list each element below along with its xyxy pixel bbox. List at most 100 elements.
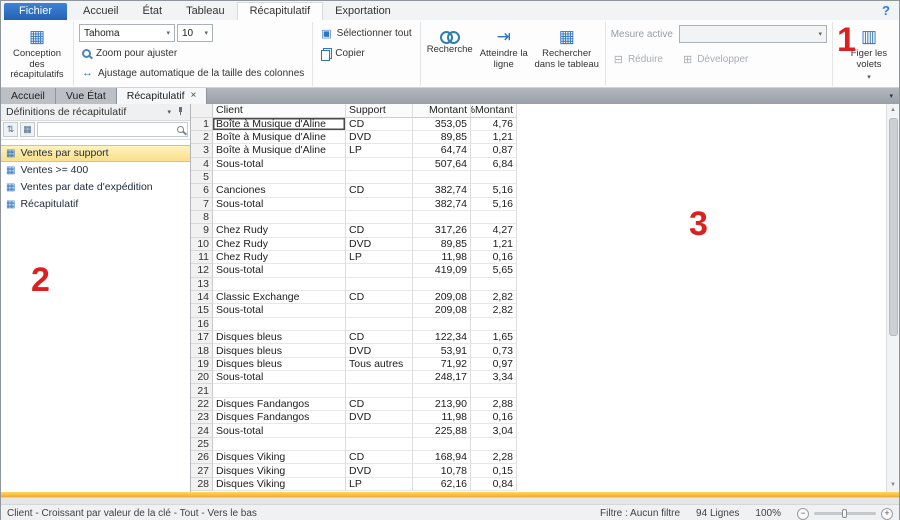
zoom-slider-handle[interactable]: [842, 509, 847, 518]
ribbon-tab-tableau[interactable]: Tableau: [174, 3, 237, 20]
table-cell[interactable]: [346, 198, 413, 211]
table-cell[interactable]: Disques bleus: [213, 358, 346, 371]
doc-tab-vue-état[interactable]: Vue État: [56, 88, 117, 104]
table-cell[interactable]: Disques Viking: [213, 451, 346, 464]
sort-icon[interactable]: ⇅: [3, 122, 18, 137]
table-cell[interactable]: [346, 264, 413, 277]
table-cell[interactable]: [346, 384, 413, 397]
table-cell[interactable]: 5,16: [471, 184, 517, 197]
table-cell[interactable]: Sous-total: [213, 304, 346, 317]
row-number-cell[interactable]: 9: [191, 224, 213, 237]
table-cell[interactable]: 2,88: [471, 398, 517, 411]
table-cell[interactable]: 0,84: [471, 478, 517, 491]
row-number-cell[interactable]: 26: [191, 451, 213, 464]
table-cell[interactable]: Boîte à Musique d'Aline: [213, 131, 346, 144]
row-number-cell[interactable]: 25: [191, 438, 213, 451]
goto-row-button[interactable]: ⇥ Atteindre la ligne: [476, 24, 532, 84]
table-cell[interactable]: 248,17: [413, 371, 471, 384]
table-cell[interactable]: 4,27: [471, 224, 517, 237]
row-number-cell[interactable]: 27: [191, 464, 213, 477]
table-cell[interactable]: [471, 384, 517, 397]
table-cell[interactable]: 11,98: [413, 251, 471, 264]
table-cell[interactable]: [413, 438, 471, 451]
table-cell[interactable]: 2,82: [471, 291, 517, 304]
table-cell[interactable]: 71,92: [413, 358, 471, 371]
row-number-cell[interactable]: 22: [191, 398, 213, 411]
table-cell[interactable]: 6,84: [471, 158, 517, 171]
table-cell[interactable]: [413, 211, 471, 224]
table-cell[interactable]: [471, 318, 517, 331]
table-cell[interactable]: 5,65: [471, 264, 517, 277]
row-number-cell[interactable]: 13: [191, 278, 213, 291]
summary-definition-item[interactable]: ▦Récapitulatif: [1, 196, 190, 213]
table-cell[interactable]: 0,97: [471, 358, 517, 371]
table-cell[interactable]: 209,08: [413, 304, 471, 317]
table-cell[interactable]: [346, 171, 413, 184]
table-cell[interactable]: DVD: [346, 131, 413, 144]
table-cell[interactable]: DVD: [346, 411, 413, 424]
scroll-down-icon[interactable]: ▼: [887, 479, 899, 492]
row-number-cell[interactable]: 6: [191, 184, 213, 197]
table-cell[interactable]: DVD: [346, 344, 413, 357]
table-cell[interactable]: 168,94: [413, 451, 471, 464]
copy-button[interactable]: Copier: [318, 44, 414, 62]
table-cell[interactable]: Sous-total: [213, 158, 346, 171]
row-number-cell[interactable]: 7: [191, 198, 213, 211]
table-cell[interactable]: [346, 158, 413, 171]
table-cell[interactable]: 0,16: [471, 411, 517, 424]
scrollbar-thumb[interactable]: [889, 118, 898, 336]
row-number-cell[interactable]: 11: [191, 251, 213, 264]
summary-definition-item[interactable]: ▦Ventes par date d'expédition: [1, 179, 190, 196]
zoom-in-icon[interactable]: +: [881, 508, 893, 520]
doc-tab-accueil[interactable]: Accueil: [1, 88, 56, 104]
table-cell[interactable]: [213, 318, 346, 331]
table-cell[interactable]: CD: [346, 118, 413, 131]
active-measure-select[interactable]: ▾: [679, 25, 827, 43]
table-cell[interactable]: 11,98: [413, 411, 471, 424]
table-cell[interactable]: DVD: [346, 464, 413, 477]
table-cell[interactable]: LP: [346, 144, 413, 157]
table-cell[interactable]: 3,04: [471, 424, 517, 437]
table-cell[interactable]: 2,28: [471, 451, 517, 464]
grid-view-icon[interactable]: ▦: [20, 122, 35, 137]
table-cell[interactable]: Chez Rudy: [213, 251, 346, 264]
table-cell[interactable]: [413, 318, 471, 331]
table-cell[interactable]: [346, 424, 413, 437]
table-cell[interactable]: CD: [346, 398, 413, 411]
close-icon[interactable]: ×: [191, 91, 197, 101]
row-number-cell[interactable]: 17: [191, 331, 213, 344]
row-number-cell[interactable]: 16: [191, 318, 213, 331]
row-number-cell[interactable]: 28: [191, 478, 213, 491]
table-cell[interactable]: 122,34: [413, 331, 471, 344]
row-number-cell[interactable]: 2: [191, 131, 213, 144]
search-in-table-button[interactable]: ▦ Rechercher dans le tableau: [534, 24, 600, 84]
autofit-columns-button[interactable]: ↔ Ajustage automatique de la taille des …: [79, 64, 307, 82]
table-cell[interactable]: 419,09: [413, 264, 471, 277]
table-cell[interactable]: Disques Viking: [213, 478, 346, 491]
table-cell[interactable]: [413, 384, 471, 397]
help-icon[interactable]: ?: [873, 3, 899, 20]
search-icon[interactable]: [177, 126, 184, 133]
table-cell[interactable]: 353,05: [413, 118, 471, 131]
table-cell[interactable]: [346, 318, 413, 331]
column-header-client[interactable]: Client: [213, 104, 346, 118]
table-cell[interactable]: 89,85: [413, 131, 471, 144]
table-cell[interactable]: Disques bleus: [213, 344, 346, 357]
table-cell[interactable]: 0,16: [471, 251, 517, 264]
row-number-cell[interactable]: 10: [191, 238, 213, 251]
table-cell[interactable]: [346, 278, 413, 291]
scroll-up-icon[interactable]: ▲: [887, 104, 899, 117]
table-cell[interactable]: 317,26: [413, 224, 471, 237]
table-cell[interactable]: [471, 211, 517, 224]
column-header-montant[interactable]: %Montant: [471, 104, 517, 118]
table-cell[interactable]: 2,82: [471, 304, 517, 317]
collapse-button[interactable]: ⊟ Réduire: [611, 50, 666, 68]
table-cell[interactable]: [471, 438, 517, 451]
table-cell[interactable]: Canciones: [213, 184, 346, 197]
table-cell[interactable]: Disques Viking: [213, 464, 346, 477]
zoom-fit-button[interactable]: Zoom pour ajuster: [79, 44, 307, 62]
row-number-cell[interactable]: 4: [191, 158, 213, 171]
table-cell[interactable]: 1,21: [471, 131, 517, 144]
table-cell[interactable]: Sous-total: [213, 264, 346, 277]
table-cell[interactable]: 382,74: [413, 184, 471, 197]
